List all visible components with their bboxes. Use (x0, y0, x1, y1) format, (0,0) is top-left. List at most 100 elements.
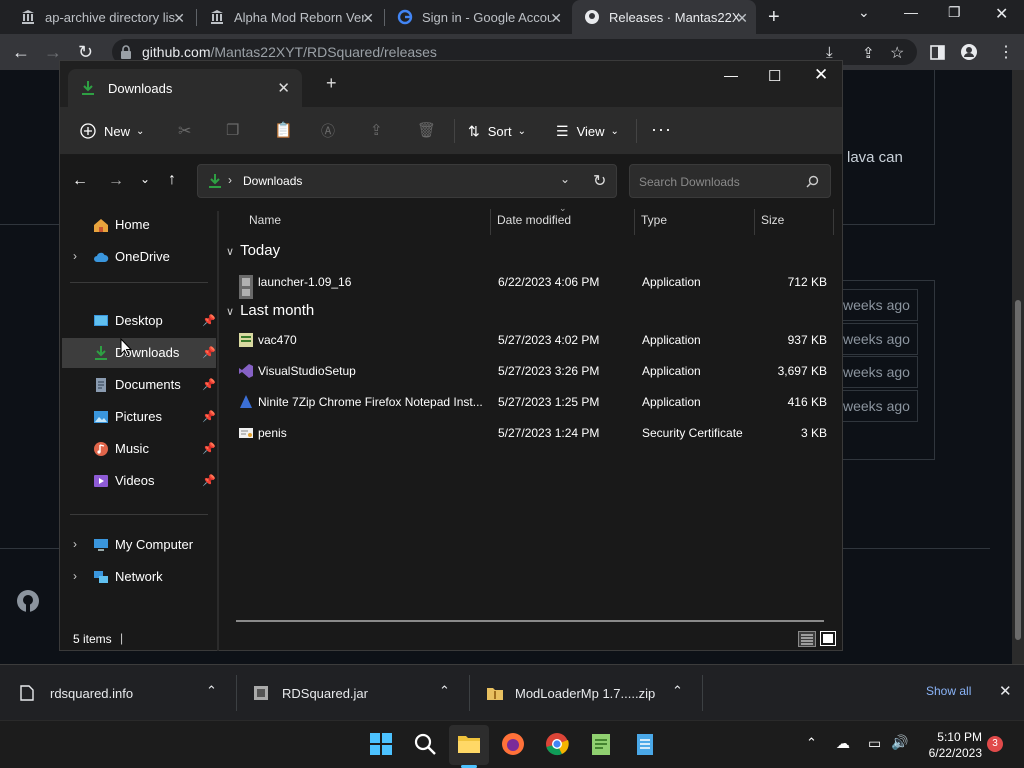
breadcrumb-bar[interactable]: › Downloads ⌄ ↻ (197, 164, 617, 198)
nav-item-my-computer[interactable]: › My Computer (62, 530, 216, 560)
side-panel-icon[interactable] (930, 45, 945, 60)
breadcrumb-item-downloads[interactable]: Downloads (243, 174, 302, 188)
column-divider[interactable] (833, 209, 834, 235)
chrome-icon[interactable] (544, 731, 570, 757)
nav-item-desktop[interactable]: Desktop 📌 (62, 306, 216, 336)
new-button[interactable]: New ⌄ (80, 117, 144, 145)
close-icon[interactable]: ✕ (362, 10, 374, 27)
chevron-up-icon[interactable]: ⌃ (206, 683, 217, 699)
search-icon[interactable] (806, 175, 819, 188)
column-header-name[interactable]: Name (249, 213, 281, 227)
cut-icon[interactable]: ✂ (178, 121, 191, 141)
pin-icon[interactable]: 📌 (202, 474, 216, 487)
browser-tab-alpha-mod[interactable]: Alpha Mod Reborn Ver ✕ (197, 0, 382, 34)
firefox-icon[interactable] (500, 731, 526, 757)
nav-item-home[interactable]: Home (62, 210, 216, 240)
chevron-right-icon[interactable]: › (73, 537, 77, 551)
download-item-rdsquared-jar[interactable]: RDSquared.jar ⌃ (253, 665, 463, 721)
browser-tab-google-signin[interactable]: Sign in - Google Accou ✕ (385, 0, 570, 34)
forward-arrow-icon[interactable]: → (108, 172, 124, 190)
pin-icon[interactable]: 📌 (202, 442, 216, 455)
group-header-today[interactable]: ∨ Today (226, 242, 280, 259)
github-logo-icon[interactable] (16, 589, 40, 613)
file-row-visualstudiosetup[interactable]: VisualStudioSetup 5/27/2023 3:26 PM Appl… (230, 356, 830, 386)
pin-icon[interactable]: 📌 (202, 346, 216, 359)
up-arrow-icon[interactable]: ↑ (168, 171, 176, 189)
nav-item-videos[interactable]: Videos 📌 (62, 466, 216, 496)
new-explorer-tab-button[interactable]: + (326, 73, 337, 94)
column-divider[interactable] (754, 209, 755, 235)
back-arrow-icon[interactable]: ← (72, 172, 88, 190)
nav-item-network[interactable]: › Network (62, 562, 216, 592)
browser-tab-ap-archive[interactable]: ap-archive directory lis ✕ (8, 0, 193, 34)
sort-button[interactable]: ⇅ Sort ⌄ (468, 117, 526, 145)
minimize-icon[interactable]: — (904, 4, 918, 20)
chevron-right-icon[interactable]: › (73, 249, 77, 263)
tab-search-chevron-icon[interactable]: ⌄ (858, 4, 870, 21)
column-header-date-modified[interactable]: Date modified (497, 213, 571, 227)
pin-icon[interactable]: 📌 (202, 314, 216, 327)
file-row-launcher[interactable]: launcher-1.09_16 6/22/2023 4:06 PM Appli… (230, 267, 830, 297)
windows-start-icon[interactable] (368, 731, 394, 757)
show-all-downloads-link[interactable]: Show all (926, 684, 971, 698)
view-button[interactable]: ☰ View ⌄ (556, 117, 619, 145)
new-tab-button[interactable]: + (768, 6, 780, 29)
recent-locations-chevron-icon[interactable]: ⌄ (140, 172, 150, 186)
file-row-vac470[interactable]: vac470 5/27/2023 4:02 PM Application 937… (230, 325, 830, 355)
download-item-rdsquared-info[interactable]: rdsquared.info ⌃ (20, 665, 230, 721)
details-view-icon[interactable] (798, 631, 816, 647)
file-explorer-icon[interactable] (456, 731, 482, 757)
maximize-icon[interactable]: ☐ (768, 67, 781, 85)
explorer-tab-downloads[interactable]: Downloads ✕ (68, 69, 302, 107)
paste-icon[interactable]: 📋 (274, 121, 293, 139)
back-arrow-icon[interactable]: ← (12, 42, 30, 63)
tiles-view-icon[interactable] (820, 631, 836, 646)
bookmark-star-icon[interactable]: ☆ (890, 43, 904, 63)
group-header-last-month[interactable]: ∨ Last month (226, 302, 314, 319)
close-icon[interactable]: ✕ (995, 4, 1008, 24)
share-icon[interactable]: ⇪ (862, 44, 875, 62)
chevron-up-icon[interactable]: ⌃ (806, 735, 817, 751)
nav-item-documents[interactable]: Documents 📌 (62, 370, 216, 400)
column-header-size[interactable]: Size (761, 213, 784, 227)
copy-icon[interactable]: ❐ (226, 121, 239, 139)
nav-item-onedrive[interactable]: › OneDrive (62, 242, 216, 272)
chevron-right-icon[interactable]: › (73, 569, 77, 583)
horizontal-scrollbar[interactable] (236, 620, 824, 622)
kebab-menu-icon[interactable]: ⋮ (998, 42, 1014, 62)
volume-icon[interactable]: 🔊 (891, 734, 908, 751)
nav-item-music[interactable]: Music 📌 (62, 434, 216, 464)
close-window-icon[interactable]: ✕ (814, 65, 828, 85)
chevron-up-icon[interactable]: ⌃ (439, 683, 450, 699)
close-icon[interactable]: ✕ (550, 10, 562, 27)
refresh-icon[interactable]: ↻ (593, 171, 606, 191)
search-field[interactable]: Search Downloads (629, 164, 831, 198)
scrollbar-thumb[interactable] (1015, 300, 1021, 640)
more-options-icon[interactable]: ··· (651, 119, 672, 140)
notepad-plus-plus-icon[interactable] (588, 731, 614, 757)
rename-icon[interactable]: Ⓐ (321, 121, 335, 141)
notification-badge[interactable]: 3 (987, 736, 1003, 752)
download-item-modloadermp-zip[interactable]: ModLoaderMp 1.7.....zip ⌃ (486, 665, 696, 721)
restore-icon[interactable]: ❐ (948, 4, 961, 21)
close-shelf-icon[interactable]: ✕ (999, 682, 1012, 700)
pane-splitter[interactable] (217, 211, 219, 651)
column-divider[interactable] (634, 209, 635, 235)
search-icon[interactable] (412, 731, 438, 757)
share-icon[interactable]: ⇪ (370, 121, 383, 139)
system-clock[interactable]: 5:10 PM 6/22/2023 (922, 729, 982, 761)
minimize-icon[interactable]: — (724, 67, 738, 83)
chevron-up-icon[interactable]: ⌃ (672, 683, 683, 699)
onedrive-sync-icon[interactable]: ☁ (836, 735, 850, 752)
pin-icon[interactable]: 📌 (202, 378, 216, 391)
close-icon[interactable]: ✕ (736, 10, 748, 27)
delete-icon[interactable]: 🗑 (417, 121, 436, 139)
browser-tab-releases[interactable]: Releases · Mantas22XY ✕ (572, 0, 756, 34)
column-divider[interactable] (490, 209, 491, 235)
profile-avatar-icon[interactable] (961, 44, 977, 60)
page-scrollbar[interactable] (1012, 70, 1024, 664)
file-row-certificate[interactable]: penis 5/27/2023 1:24 PM Security Certifi… (230, 418, 830, 448)
notepad-icon[interactable] (632, 731, 658, 757)
pin-icon[interactable]: 📌 (202, 410, 216, 423)
nav-item-downloads[interactable]: Downloads 📌 (62, 338, 216, 368)
